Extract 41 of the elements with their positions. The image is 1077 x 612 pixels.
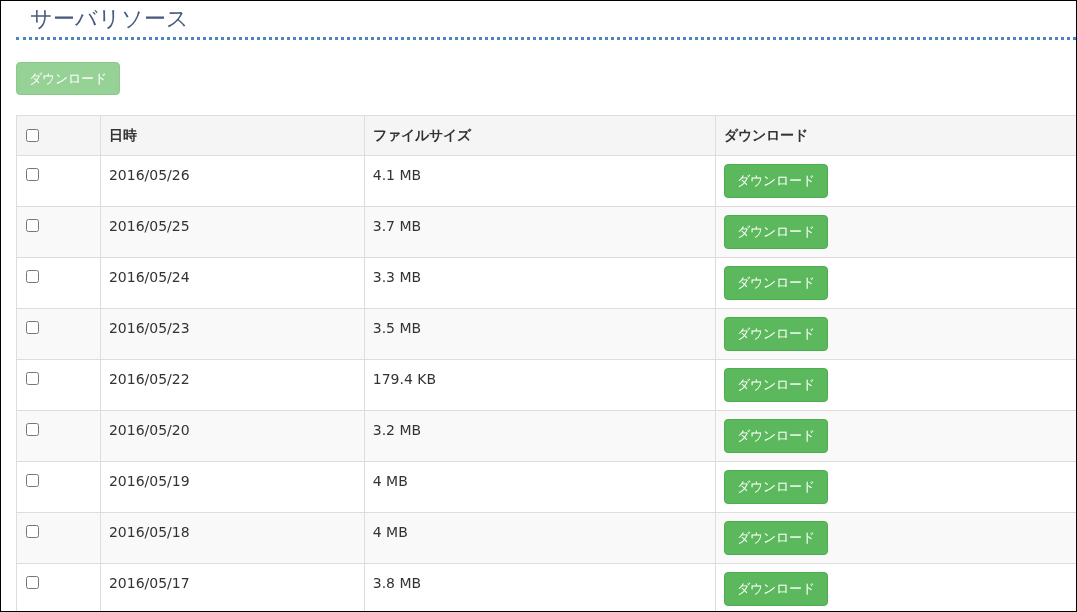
table-cell: 3.7 MB bbox=[372, 218, 422, 234]
table-cell: 2016/05/22 bbox=[108, 371, 190, 387]
table-cell: 2016/05/18 bbox=[108, 524, 190, 540]
checkbox[interactable] bbox=[26, 321, 39, 334]
table-cell: 3.3 MB bbox=[372, 269, 422, 285]
table-cell: 3.8 MB bbox=[372, 575, 422, 591]
checkbox[interactable] bbox=[26, 525, 39, 538]
table-cell: 2016/05/20 bbox=[108, 422, 190, 438]
table-cell: 2016/05/25 bbox=[108, 218, 190, 234]
checkbox[interactable] bbox=[26, 474, 39, 487]
column-header: ダウンロード bbox=[724, 127, 809, 143]
download-button[interactable]: ダウンロード bbox=[724, 572, 829, 606]
column-header: ファイルサイズ bbox=[372, 127, 471, 143]
checkbox[interactable] bbox=[26, 219, 39, 232]
checkbox[interactable] bbox=[26, 372, 39, 385]
checkbox[interactable] bbox=[26, 168, 39, 181]
table-cell: 179.4 KB bbox=[372, 371, 437, 387]
table-cell: 4 MB bbox=[372, 524, 408, 540]
download-button[interactable]: ダウンロード bbox=[724, 419, 829, 453]
checkbox[interactable] bbox=[26, 129, 39, 142]
table-cell: 2016/05/17 bbox=[108, 575, 190, 591]
download-button[interactable]: ダウンロード bbox=[724, 215, 829, 249]
checkbox[interactable] bbox=[26, 423, 39, 436]
checkbox[interactable] bbox=[26, 270, 39, 283]
table-cell: 4 MB bbox=[372, 473, 408, 489]
download-button[interactable]: ダウンロード bbox=[724, 521, 829, 555]
page-title: サーバリソース bbox=[29, 5, 190, 33]
table-cell: 3.2 MB bbox=[372, 422, 422, 438]
download-button[interactable]: ダウンロード bbox=[724, 317, 829, 351]
table-cell: 2016/05/19 bbox=[108, 473, 190, 489]
table-cell: 2016/05/23 bbox=[108, 320, 190, 336]
download-button[interactable]: ダウンロード bbox=[724, 266, 829, 300]
column-header: 日時 bbox=[108, 127, 137, 143]
table-cell: 3.5 MB bbox=[372, 320, 422, 336]
checkbox[interactable] bbox=[26, 576, 39, 589]
table-cell: 4.1 MB bbox=[372, 167, 422, 183]
download-button[interactable]: ダウンロード bbox=[724, 470, 829, 504]
table-cell: 2016/05/24 bbox=[108, 269, 190, 285]
download-button[interactable]: ダウンロード bbox=[724, 368, 829, 402]
download-button[interactable]: ダウンロード bbox=[724, 164, 829, 198]
table-cell: 2016/05/26 bbox=[108, 167, 190, 183]
